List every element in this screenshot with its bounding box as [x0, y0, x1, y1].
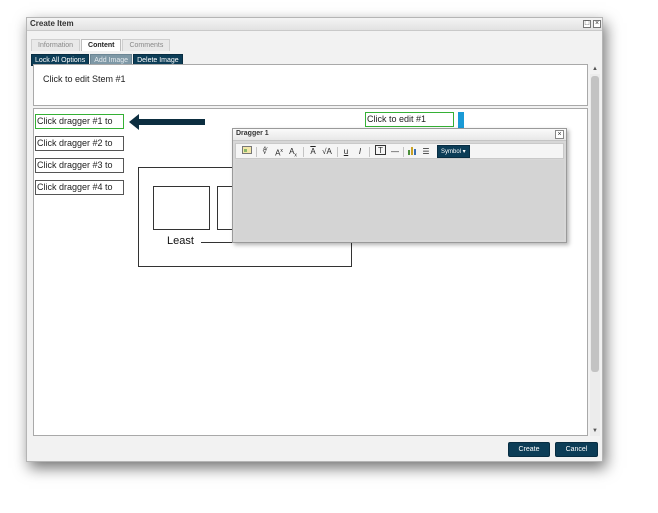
overline-icon[interactable]: A: [308, 145, 318, 158]
horizontal-rule-icon[interactable]: —: [390, 145, 400, 158]
vertical-scrollbar[interactable]: [590, 74, 600, 436]
toolbar-separator: [256, 147, 257, 157]
dragger-text-editor[interactable]: [235, 160, 564, 240]
list-icon[interactable]: ☰: [421, 145, 431, 158]
sqrt-icon[interactable]: ∜: [261, 145, 269, 158]
editor-toolbar: ∜ Ax Ax A √A u I T — ☰ Symbol ▾: [235, 143, 564, 159]
overline-sqrt-icon[interactable]: √A: [321, 145, 333, 158]
stem-editor[interactable]: Click to edit Stem #1: [33, 64, 588, 106]
symbol-dropdown[interactable]: Symbol ▾: [437, 145, 470, 158]
toolbar-separator: [337, 147, 338, 157]
toolbar-separator: [303, 147, 304, 157]
dialog-titlebar: Create Item □ ×: [27, 18, 602, 31]
scroll-down-icon[interactable]: ▼: [592, 428, 598, 434]
dragger-item-3[interactable]: Click dragger #3 to: [35, 158, 124, 173]
image-insert-icon[interactable]: [242, 145, 252, 158]
least-label: Least: [167, 235, 194, 247]
svg-text:T: T: [378, 146, 383, 155]
superscript-icon[interactable]: Ax: [273, 145, 285, 158]
stem-text: Click to edit Stem #1: [43, 74, 126, 84]
image-box-1: [153, 186, 210, 230]
popup-titlebar[interactable]: Dragger 1 ×: [233, 129, 566, 141]
create-button[interactable]: Create: [508, 442, 550, 457]
toolbar-separator: [403, 147, 404, 157]
textbox-icon[interactable]: T: [374, 145, 386, 158]
subscript-icon[interactable]: Ax: [287, 145, 299, 159]
drop-target-1[interactable]: Click to edit #1: [365, 112, 454, 127]
toolbar-separator: [369, 147, 370, 157]
dragger-item-2[interactable]: Click dragger #2 to: [35, 136, 124, 151]
cancel-button[interactable]: Cancel: [555, 442, 598, 457]
dragger-editor-popup: Dragger 1 × ∜ Ax Ax A √A u I T — ☰ Symbo…: [232, 128, 567, 243]
dragger-item-1[interactable]: Click dragger #1 to: [35, 114, 124, 129]
left-arrow-icon: [129, 114, 205, 130]
target-indicator-bar: [458, 112, 464, 129]
italic-icon[interactable]: I: [356, 145, 364, 158]
dialog-title: Create Item: [30, 19, 74, 28]
scroll-thumb[interactable]: [591, 76, 599, 372]
tab-bar: Information Content Comments: [31, 34, 171, 51]
chart-icon[interactable]: [407, 145, 417, 158]
popup-title: Dragger 1: [236, 130, 269, 137]
dragger-item-4[interactable]: Click dragger #4 to: [35, 180, 124, 195]
underline-icon[interactable]: u: [342, 145, 350, 158]
scroll-up-icon[interactable]: ▲: [591, 66, 599, 74]
maximize-icon[interactable]: □: [583, 20, 591, 28]
close-icon[interactable]: ×: [593, 20, 601, 28]
popup-close-icon[interactable]: ×: [555, 130, 564, 139]
